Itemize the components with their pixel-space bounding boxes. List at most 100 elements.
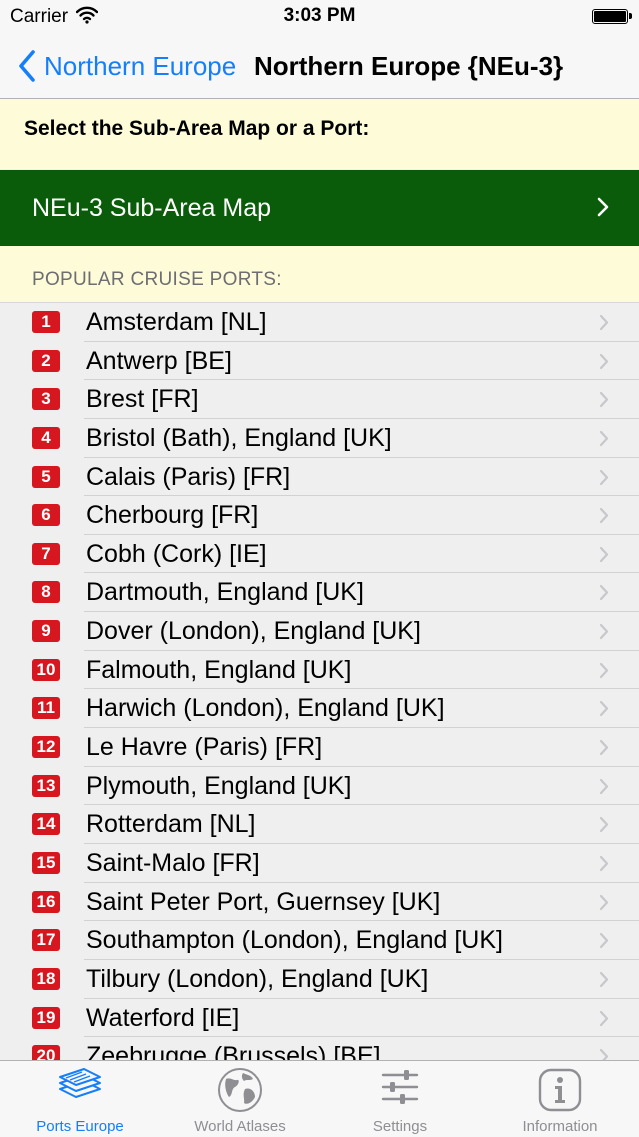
chevron-right-icon: [599, 353, 609, 369]
page-title: Northern Europe {NEu-3}: [254, 51, 564, 81]
tab-settings[interactable]: Settings: [320, 1061, 480, 1137]
port-list-item[interactable]: 20 Zeebrugge (Brussels) [BE]: [0, 1037, 639, 1060]
port-name: Cobh (Cork) [IE]: [86, 539, 267, 568]
port-number-badge: 7: [32, 542, 60, 565]
chevron-right-icon: [599, 817, 609, 833]
chevron-right-icon: [599, 933, 609, 949]
port-number-badge: 19: [32, 1006, 60, 1029]
port-number-badge: 4: [32, 426, 60, 449]
chevron-right-icon: [599, 314, 609, 331]
port-name: Tilbury (London), England [UK]: [86, 964, 429, 993]
chevron-left-icon: [19, 50, 35, 82]
port-name: Antwerp [BE]: [86, 346, 232, 375]
tab-label: Settings: [372, 1118, 428, 1135]
port-list-item[interactable]: 11 Harwich (London), England [UK]: [0, 689, 639, 729]
port-name: Saint Peter Port, Guernsey [UK]: [86, 887, 441, 916]
port-name: Cherbourg [FR]: [86, 501, 259, 530]
port-list-item[interactable]: 12 Le Havre (Paris) [FR]: [0, 728, 639, 767]
chevron-right-icon: [599, 739, 609, 756]
tab-label: Information: [522, 1118, 598, 1135]
port-name: Calais (Paris) [FR]: [86, 462, 291, 491]
port-list-item[interactable]: 1 Amsterdam [NL]: [0, 303, 639, 342]
sub-area-map-label: NEu-3 Sub-Area Map: [32, 194, 272, 222]
port-list-item[interactable]: 18 Tilbury (London), England [UK]: [0, 960, 639, 999]
chevron-right-icon: [599, 430, 609, 447]
chevron-right-icon: [599, 1010, 609, 1026]
port-list-item[interactable]: 10 Falmouth, England [UK]: [0, 651, 639, 690]
port-list-item[interactable]: 5 Calais (Paris) [FR]: [0, 458, 639, 497]
tab-label: World Atlases: [194, 1118, 286, 1135]
port-name: Saint-Malo [FR]: [86, 848, 260, 877]
port-list-item[interactable]: 17 Southampton (London), England [UK]: [0, 921, 639, 960]
chevron-right-icon: [599, 469, 609, 485]
navigation-bar: Northern Europe Northern Europe {NEu-3}: [0, 34, 639, 99]
port-list-item[interactable]: 16 Saint Peter Port, Guernsey [UK]: [0, 883, 639, 922]
port-number-badge: 18: [32, 967, 60, 990]
sub-area-map-row[interactable]: NEu-3 Sub-Area Map: [0, 170, 639, 246]
chevron-right-icon: [599, 855, 609, 872]
port-number-badge: 15: [32, 851, 60, 874]
chevron-right-icon: [599, 971, 609, 987]
port-number-badge: 3: [32, 388, 60, 411]
port-number-badge: 20: [32, 1045, 60, 1060]
port-name: Waterford [IE]: [86, 1003, 240, 1032]
port-name: Plymouth, England [UK]: [86, 771, 352, 800]
chevron-right-icon: [599, 662, 609, 678]
port-number-badge: 1: [32, 311, 60, 333]
chevron-right-icon: [599, 546, 609, 562]
battery-icon: [592, 9, 632, 24]
chevron-right-icon: [599, 624, 609, 640]
tab-ports-europe[interactable]: Ports Europe: [0, 1061, 160, 1137]
chevron-right-icon: [599, 585, 609, 601]
port-number-badge: 2: [32, 349, 60, 372]
port-name: Dover (London), England [UK]: [86, 617, 421, 646]
chevron-right-icon: [597, 197, 609, 217]
section-header-label: POPULAR CRUISE PORTS:: [32, 269, 282, 290]
chevron-right-icon: [599, 1049, 609, 1060]
port-list[interactable]: 1 Amsterdam [NL] 2 Antwerp [BE] 3 Brest [FR] 4…: [0, 303, 639, 1060]
port-number-badge: 11: [32, 697, 60, 720]
chevron-right-icon: [599, 778, 609, 794]
port-name: Zeebrugge (Brussels) [BE]: [86, 1042, 381, 1060]
tab-information[interactable]: Information: [480, 1061, 639, 1137]
chevron-right-icon: [599, 508, 609, 524]
port-list-item[interactable]: 19 Waterford [IE]: [0, 999, 639, 1038]
port-name: Southampton (London), England [UK]: [86, 926, 503, 955]
port-number-badge: 5: [32, 465, 60, 488]
port-list-item[interactable]: 7 Cobh (Cork) [IE]: [0, 535, 639, 574]
port-list-item[interactable]: 15 Saint-Malo [FR]: [0, 844, 639, 883]
port-name: Rotterdam [NL]: [86, 810, 256, 839]
port-number-badge: 12: [32, 736, 60, 759]
port-number-badge: 16: [32, 890, 60, 913]
section-header: POPULAR CRUISE PORTS:: [0, 246, 639, 303]
back-button[interactable]: Northern Europe: [18, 48, 236, 84]
clock: 3:03 PM: [283, 5, 356, 26]
port-list-item[interactable]: 2 Antwerp [BE]: [0, 342, 639, 381]
back-button-label: Northern Europe: [44, 50, 237, 81]
port-list-item[interactable]: 14 Rotterdam [NL]: [0, 805, 639, 844]
chevron-right-icon: [599, 392, 609, 408]
port-list-item[interactable]: 9 Dover (London), England [UK]: [0, 612, 639, 651]
chevron-right-icon: [599, 701, 609, 717]
info-icon: [537, 1067, 583, 1118]
port-number-badge: 6: [32, 504, 60, 527]
port-list-item[interactable]: 6 Cherbourg [FR]: [0, 496, 639, 535]
tab-bar: Ports Europe World Atlases Settings Info…: [0, 1060, 639, 1137]
port-list-item[interactable]: 3 Brest [FR]: [0, 380, 639, 419]
port-list-item[interactable]: 8 Dartmouth, England [UK]: [0, 573, 639, 613]
port-name: Amsterdam [NL]: [86, 308, 267, 336]
tab-world-atlases[interactable]: World Atlases: [160, 1061, 320, 1137]
port-name: Le Havre (Paris) [FR]: [86, 733, 323, 762]
status-bar: Carrier 3:03 PM: [0, 0, 639, 34]
port-list-item[interactable]: 4 Bristol (Bath), England [UK]: [0, 419, 639, 458]
layered-maps-icon: [56, 1067, 104, 1108]
instruction-text: Select the Sub-Area Map or a Port:: [24, 117, 370, 140]
port-list-item[interactable]: 13 Plymouth, England [UK]: [0, 767, 639, 806]
tab-label: Ports Europe: [36, 1118, 124, 1135]
port-name: Brest [FR]: [86, 385, 199, 414]
port-number-badge: 10: [32, 658, 60, 681]
port-number-badge: 8: [32, 581, 60, 604]
sliders-icon: [380, 1067, 420, 1112]
globe-icon: [217, 1067, 263, 1118]
port-name: Bristol (Bath), England [UK]: [86, 423, 392, 452]
